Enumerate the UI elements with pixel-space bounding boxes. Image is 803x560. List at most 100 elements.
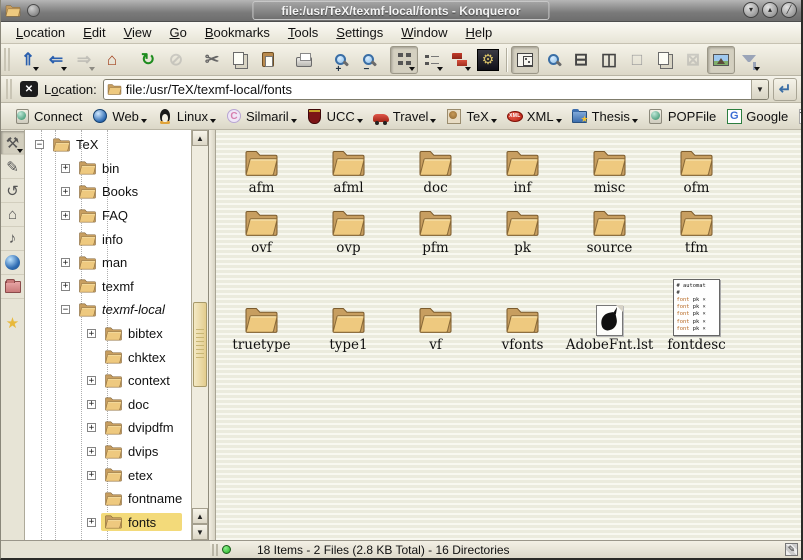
sidebar-history-button[interactable]: ↺: [1, 179, 24, 203]
bookmark-linux[interactable]: Linux: [152, 106, 221, 126]
sidebar-services-button[interactable]: ♪: [1, 227, 24, 251]
show-navigation-panel-button[interactable]: [511, 46, 539, 74]
maximize-button[interactable]: ▴: [762, 2, 778, 18]
sidebar-bookmarks-button[interactable]: ★: [1, 311, 24, 335]
file-item-truetype[interactable]: truetype: [218, 256, 305, 353]
tree-item-info[interactable]: +info: [25, 227, 208, 251]
file-item-pk[interactable]: pk: [479, 196, 566, 256]
file-item-afm[interactable]: afm: [218, 134, 305, 196]
file-item-inf[interactable]: inf: [479, 134, 566, 196]
print-button[interactable]: [290, 46, 318, 74]
up-button[interactable]: ⇑: [14, 46, 42, 74]
window-menu-button[interactable]: [27, 4, 40, 17]
expand-plus-icon[interactable]: +: [87, 329, 96, 338]
close-button[interactable]: ╱: [781, 2, 797, 18]
bookmark-wikipedia[interactable]: WWikipedia: [793, 106, 803, 126]
bookmark-google[interactable]: GGoogle: [721, 106, 793, 126]
tree-item-bin[interactable]: +bin: [25, 157, 208, 181]
bookmark-tex[interactable]: TeX: [441, 106, 501, 126]
menu-edit[interactable]: Edit: [74, 23, 114, 42]
copy-button[interactable]: [226, 46, 254, 74]
scrollbar-thumb[interactable]: [193, 302, 207, 387]
bookmark-xml[interactable]: XMLXML: [502, 106, 567, 126]
file-item-type1[interactable]: type1: [305, 256, 392, 353]
multicolumn-view-mode-button[interactable]: [418, 46, 446, 74]
close-active-view-button[interactable]: □: [623, 46, 651, 74]
go-button[interactable]: ↵: [773, 78, 797, 101]
menu-go[interactable]: Go: [161, 23, 196, 42]
expand-plus-icon[interactable]: +: [87, 423, 96, 432]
file-item-afml[interactable]: afml: [305, 134, 392, 196]
expand-plus-icon[interactable]: +: [87, 471, 96, 480]
find-file-button[interactable]: [539, 46, 567, 74]
file-item-fontdesc[interactable]: # automat#font pk ×font pk ×font pk ×fon…: [653, 256, 740, 353]
location-dropdown-button[interactable]: ▼: [751, 80, 768, 99]
file-item-vfonts[interactable]: vfonts: [479, 256, 566, 353]
minimize-button[interactable]: ▾: [743, 2, 759, 18]
tree-item-context[interactable]: +context: [25, 369, 208, 393]
scroll-up-button-2[interactable]: ▲: [192, 508, 208, 524]
icon-view-mode-button[interactable]: [390, 46, 418, 74]
bookmark-connect[interactable]: Connect: [9, 106, 87, 126]
file-item-tfm[interactable]: tfm: [653, 196, 740, 256]
menu-help[interactable]: Help: [457, 23, 502, 42]
expand-plus-icon[interactable]: +: [61, 258, 70, 267]
file-item-source[interactable]: source: [566, 196, 653, 256]
tree-item-doc[interactable]: +doc: [25, 393, 208, 417]
detailed-list-view-mode-button[interactable]: [446, 46, 474, 74]
bookmark-ucc[interactable]: UCC: [302, 106, 368, 126]
sidebar-annotate-button[interactable]: ✎: [1, 155, 24, 179]
image-preview-button[interactable]: [707, 46, 735, 74]
sidebar-network-button[interactable]: [1, 251, 24, 275]
sidebar-root-folder-button[interactable]: [1, 275, 24, 299]
tree-item-FAQ[interactable]: +FAQ: [25, 204, 208, 228]
file-item-ovf[interactable]: ovf: [218, 196, 305, 256]
filter-button[interactable]: [735, 46, 763, 74]
bookmark-silmaril[interactable]: CSilmaril: [221, 106, 302, 126]
back-button[interactable]: ⇐: [42, 46, 70, 74]
tree-item-bibtex[interactable]: +bibtex: [25, 322, 208, 346]
tree-item-texmf-local[interactable]: −texmf-local: [25, 298, 208, 322]
file-item-misc[interactable]: misc: [566, 134, 653, 196]
tree-item-texmf[interactable]: +texmf: [25, 275, 208, 299]
statusbar-grip[interactable]: [212, 544, 218, 556]
scroll-up-button[interactable]: ▲: [192, 130, 208, 146]
toolbar-grip[interactable]: [6, 79, 13, 99]
tree-item-dvipdfm[interactable]: +dvipdfm: [25, 416, 208, 440]
scroll-down-button[interactable]: ▼: [192, 524, 208, 540]
clear-location-button[interactable]: ✕: [20, 81, 38, 97]
sidebar-config-button[interactable]: ⚒: [1, 131, 24, 155]
expand-plus-icon[interactable]: +: [87, 518, 96, 527]
tree-item-dvips[interactable]: +dvips: [25, 440, 208, 464]
toolbar-grip[interactable]: [4, 48, 11, 71]
file-item-vf[interactable]: vf: [392, 256, 479, 353]
bookmark-thesis[interactable]: Thesis: [567, 106, 643, 126]
expand-plus-icon[interactable]: +: [61, 164, 70, 173]
menu-tools[interactable]: Tools: [279, 23, 327, 42]
location-combobox[interactable]: ▼: [103, 79, 769, 100]
tree-item-Books[interactable]: +Books: [25, 180, 208, 204]
menu-bookmarks[interactable]: Bookmarks: [196, 23, 279, 42]
new-tab-button[interactable]: [651, 46, 679, 74]
zoom-out-button[interactable]: [354, 46, 382, 74]
file-item-AdobeFnt.lst[interactable]: AdobeFnt.lst: [566, 256, 653, 353]
expand-plus-icon[interactable]: +: [61, 187, 70, 196]
split-view-top-bottom-button[interactable]: ⊟: [567, 46, 595, 74]
bookmark-popfile[interactable]: POPFile: [643, 106, 721, 126]
tree-scrollbar[interactable]: ▲ ▲ ▼: [191, 130, 208, 540]
panel-splitter[interactable]: [209, 130, 216, 540]
tree-item-etex[interactable]: +etex: [25, 463, 208, 487]
file-item-doc[interactable]: doc: [392, 134, 479, 196]
statusbar-corner-icon[interactable]: ✎: [785, 543, 798, 556]
file-item-ovp[interactable]: ovp: [305, 196, 392, 256]
expand-plus-icon[interactable]: +: [61, 211, 70, 220]
tree-item-TeX[interactable]: −TeX: [25, 133, 208, 157]
sidebar-home-folder-button[interactable]: ⌂: [1, 203, 24, 227]
tree-item-man[interactable]: +man: [25, 251, 208, 275]
expand-plus-icon[interactable]: +: [87, 376, 96, 385]
cut-button[interactable]: ✂: [198, 46, 226, 74]
file-item-ofm[interactable]: ofm: [653, 134, 740, 196]
tree-item-fontname[interactable]: +fontname: [25, 487, 208, 511]
menu-location[interactable]: Location: [7, 23, 74, 42]
tree-item-fonts[interactable]: +fonts: [25, 511, 208, 535]
